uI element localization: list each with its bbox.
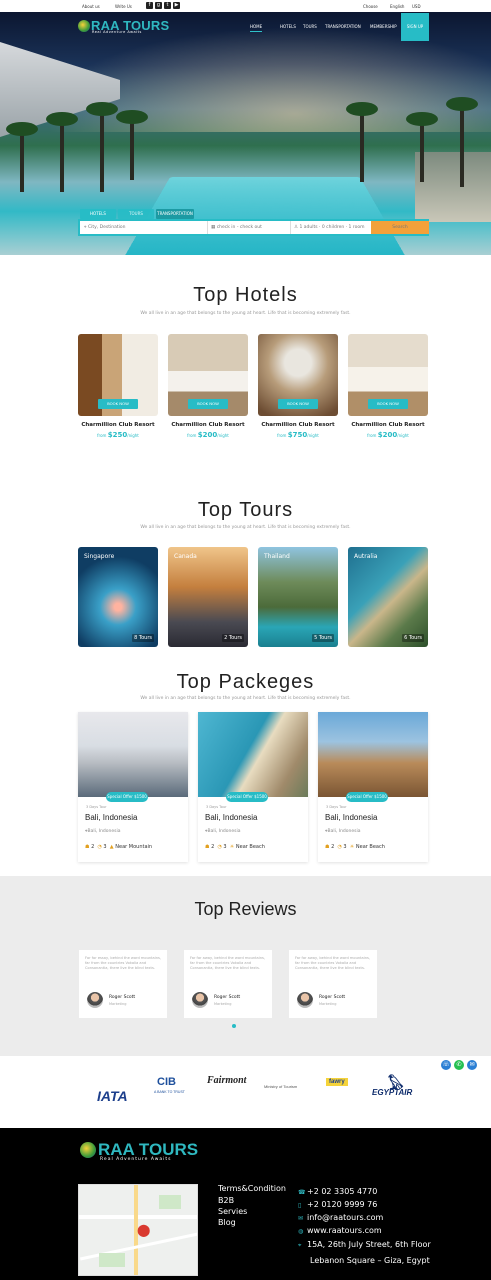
tab-transportation[interactable]: TRANSPORTATION [156,209,194,219]
tours-subtitle: We all live in an age that belongs to th… [140,525,351,530]
bed-icon: ☗ [85,844,90,850]
avatar [87,992,103,1008]
bed-icon: ☗ [205,844,210,850]
review-card: Far far away, behind the word mountains,… [184,950,272,1018]
footer-address: ⌖ 15A, 26th July Street, 6th Floor [298,1240,431,1249]
cib-logo: CIB [157,1076,176,1088]
review-card: For for essay, behind the word mountains… [79,950,167,1018]
footer-link-services[interactable]: Servies [218,1207,247,1216]
hotel-card[interactable]: BOOK NOW Charmillion Club Resort from $2… [78,334,158,446]
map-pin-icon: ⌖ [298,1242,302,1249]
avatar [192,992,208,1008]
topbar-contact-link[interactable]: About us [82,4,100,9]
hotels-title: Top Hotels [193,284,298,306]
packages-title: Top Packeges [176,671,315,693]
fairmont-logo: Fairmont [207,1075,247,1086]
mail-icon: ✉ [298,1215,304,1222]
beach-icon: ☀ [349,844,355,850]
book-now-button[interactable]: BOOK NOW [98,399,138,409]
hotels-subtitle: We all live in an age that belongs to th… [140,311,351,316]
tour-card[interactable]: Canada 2 Tours [168,547,248,647]
footer-website[interactable]: ◍ www.raatours.com [298,1226,382,1235]
review-card: Far far away, behind the word mountains,… [289,950,377,1018]
globe-icon: ◍ [298,1228,304,1235]
book-now-button[interactable]: BOOK NOW [188,399,228,409]
reviews-title: Top Reviews [194,899,297,919]
hotel-card[interactable]: BOOK NOW Charmillion Club Resort from $2… [168,334,248,446]
city-input[interactable]: ⌖ City, Destination [84,221,204,234]
topbar-email-link[interactable]: Write Us [115,4,132,9]
hotel-card[interactable]: BOOK NOW Charmillion Club Resort from $7… [258,334,338,446]
beach-icon: ☀ [229,844,235,850]
tab-tours[interactable]: TOURS [118,209,154,219]
map-pin-icon: ⬤ [137,1223,151,1237]
youtube-icon[interactable]: ▶ [173,2,180,9]
location-map[interactable]: ⬤ [78,1184,198,1276]
bed-icon: ☗ [325,844,330,850]
twitter-icon[interactable]: t [164,2,171,9]
book-now-button[interactable]: BOOK NOW [368,399,408,409]
nav-membership[interactable]: MEMBERSHIP [370,24,397,29]
messenger-icon[interactable]: ✉ [467,1060,477,1070]
footer-phone-1[interactable]: ☎ +2 02 3305 4770 [298,1187,377,1196]
tour-card[interactable]: Autralia 6 Tours [348,547,428,647]
package-image [198,712,308,797]
facebook-icon[interactable]: f [146,2,153,9]
currency-dropdown[interactable]: Choose [363,4,378,9]
mobile-icon: ▯ [298,1202,302,1209]
footer-email[interactable]: ✉ info@raatours.com [298,1213,383,1222]
google-plus-icon[interactable]: g [155,2,162,9]
fawry-logo: fawry [326,1078,348,1086]
package-card[interactable]: Special Offer $1500 3 Days Tour Bali, In… [198,712,308,862]
tours-title: Top Tours [197,499,294,521]
horus-icon: 𓅃 [388,1076,404,1092]
signup-button[interactable]: SIGN UP [401,13,429,41]
iata-logo: IATA [97,1088,128,1104]
ministry-logo: Ministry of Tourism [264,1084,298,1089]
package-image [78,712,188,797]
globe-icon [78,20,90,32]
tab-hotels[interactable]: HOTELS [80,209,116,219]
bath-icon: ◔ [97,844,102,850]
packages-subtitle: We all live in an age that belongs to th… [140,696,351,701]
carousel-dot[interactable] [232,1024,236,1028]
bath-icon: ◔ [217,844,222,850]
mountain-icon: ▲ [109,844,114,850]
search-button[interactable]: Search [371,221,429,234]
phone-icon: ☎ [298,1189,306,1196]
package-image [318,712,428,797]
partners-section [0,1058,491,1128]
package-card[interactable]: Special Offer $1500 3 Days Tour Bali, In… [78,712,188,862]
top-bar: About us Write Us f g t ▶ Choose English… [0,0,491,12]
search-bar: ⌖ City, Destination ▦ check in - check o… [78,219,429,236]
footer-link-b2b[interactable]: B2B [218,1196,234,1205]
footer-phone-2[interactable]: ▯ +2 0120 9999 76 [298,1200,377,1209]
nav-tours[interactable]: TOURS [303,24,317,29]
book-now-button[interactable]: BOOK NOW [278,399,318,409]
footer-address-line2: Lebanon Square – Giza, Egypt [310,1256,430,1265]
footer-link-terms[interactable]: Terms&Condition [218,1184,286,1193]
globe-icon [80,1142,96,1158]
whatsapp-icon[interactable]: ✆ [454,1060,464,1070]
footer-link-blog[interactable]: Blog [218,1218,236,1227]
nav-hotels[interactable]: HOTELS [280,24,296,29]
avatar [297,992,313,1008]
language-dropdown[interactable]: English [390,4,404,9]
nav-transportation[interactable]: TRANSPORTATION [325,24,361,29]
nav-home[interactable]: HOME [250,24,263,32]
tour-card[interactable]: Singapore 8 Tours [78,547,158,647]
dates-input[interactable]: ▦ check in - check out [207,221,287,234]
guests-select[interactable]: ♙ 1 adults · 0 children · 1 room [290,221,370,234]
tour-card[interactable]: Thailand 5 Tours [258,547,338,647]
phone-icon[interactable]: ☏ [441,1060,451,1070]
hotel-card[interactable]: BOOK NOW Charmillion Club Resort from $2… [348,334,428,446]
bath-icon: ◔ [337,844,342,850]
extra-dropdown[interactable]: USD [412,4,421,9]
package-card[interactable]: Special Offer $1500 3 Days Tour Bali, In… [318,712,428,862]
